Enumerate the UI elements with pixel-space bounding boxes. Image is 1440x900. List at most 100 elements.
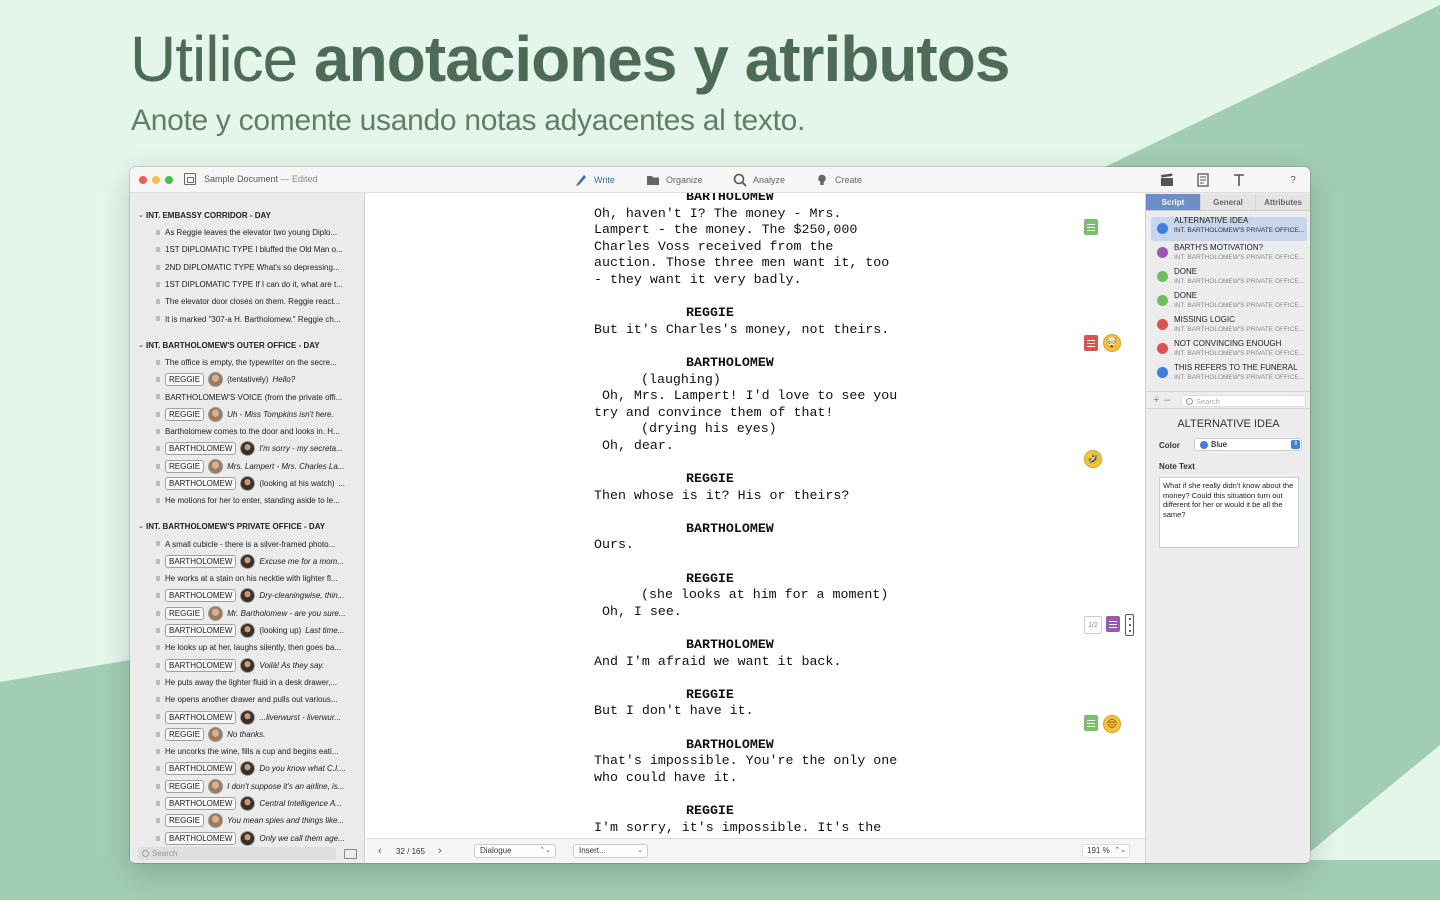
outline-item[interactable]: 2ND DIPLOMATIC TYPE What's so depressing… xyxy=(130,259,365,276)
dialogue[interactable]: Oh, haven't I? The money - Mrs. Lampert … xyxy=(594,206,934,289)
script-block[interactable]: BARTHOLOMEW (laughing) Oh, Mrs. Lampert! … xyxy=(594,355,934,455)
script-pages-icon[interactable] xyxy=(1196,173,1210,187)
outline-item[interactable]: BARTHOLOMEW I'm sorry - my secreta... xyxy=(130,440,365,457)
script-block[interactable]: BARTHOLOMEW That's impossible. You're the… xyxy=(594,737,934,787)
outline-item[interactable]: As Reggie leaves the elevator two young … xyxy=(130,224,365,241)
dialogue[interactable]: But it's Charles's money, not theirs. xyxy=(594,322,934,339)
tab-attributes[interactable]: Attributes xyxy=(1256,194,1310,210)
outline-item[interactable]: REGGIE Uh - Miss Tompkins isn't here. xyxy=(130,406,365,423)
character-name[interactable]: REGGIE xyxy=(594,571,934,588)
scene-heading[interactable]: ⌄ INT. EMBASSY CORRIDOR - DAY xyxy=(130,207,365,224)
emoji-rofl-icon[interactable]: 🤣 xyxy=(1084,450,1102,468)
note-list-item[interactable]: BARTH'S MOTIVATION? INT. BARTHOLOMEW'S PR… xyxy=(1151,241,1307,265)
toolbar-organize-button[interactable]: Organize xyxy=(646,171,703,189)
outline-item[interactable]: The office is empty, the typewriter on t… xyxy=(130,354,365,371)
next-page-icon[interactable]: › xyxy=(438,845,442,857)
script-block[interactable]: BARTHOLOMEW Ours. xyxy=(594,521,934,554)
add-note-button[interactable]: + xyxy=(1153,394,1159,406)
outline-item[interactable]: A small cubicle - there is a silver-fram… xyxy=(130,535,365,552)
outline-item[interactable]: REGGIE Mr. Bartholomew - are you sure... xyxy=(130,605,365,622)
outline-item[interactable]: He looks up at her, laughs silently, the… xyxy=(130,639,365,656)
close-button[interactable] xyxy=(139,176,147,184)
character-name[interactable]: REGGIE xyxy=(594,803,934,820)
note-text-area[interactable]: What if she really didn't know about the… xyxy=(1159,477,1299,548)
script-block[interactable]: REGGIE But it's Charles's money, not thei… xyxy=(594,305,934,338)
scene-heading[interactable]: ⌄ INT. BARTHOLOMEW'S PRIVATE OFFICE - DAY xyxy=(130,518,365,535)
script-text[interactable]: BARTHOLOMEW Oh, haven't I? The money - Mr… xyxy=(594,193,934,838)
dialogue[interactable]: Oh, I see. xyxy=(594,604,934,621)
outline-item[interactable]: REGGIE (tentatively) Hello? xyxy=(130,371,365,388)
color-select[interactable]: Blue ⇕ xyxy=(1194,438,1302,451)
character-name[interactable]: REGGIE xyxy=(594,471,934,488)
note-marker-purple[interactable] xyxy=(1106,616,1120,632)
dialogue[interactable]: Then whose is it? His or theirs? xyxy=(594,488,934,505)
outline-item[interactable]: BARTHOLOMEW Do you know what C.I.... xyxy=(130,760,365,777)
outline-item[interactable]: He works at a stain on his necktie with … xyxy=(130,570,365,587)
clapperboard-icon[interactable] xyxy=(1160,173,1174,187)
text-format-icon[interactable] xyxy=(1232,173,1246,187)
element-type-select[interactable]: Dialogue ⌃⌄ xyxy=(474,844,556,858)
toolbar-create-button[interactable]: Create xyxy=(815,171,862,189)
tab-general[interactable]: General xyxy=(1201,194,1256,210)
character-name[interactable]: BARTHOLOMEW xyxy=(594,193,934,206)
note-marker-red[interactable] xyxy=(1084,335,1098,351)
note-list-item[interactable]: MISSING LOGIC INT. BARTHOLOMEW'S PRIVATE … xyxy=(1151,313,1307,337)
previous-page-icon[interactable]: ‹ xyxy=(378,845,382,857)
parenthetical[interactable]: (laughing) xyxy=(594,372,934,389)
script-block[interactable]: REGGIE But I don't have it. xyxy=(594,687,934,720)
script-block[interactable]: REGGIE I'm sorry, it's impossible. It's t… xyxy=(594,803,934,836)
character-name[interactable]: BARTHOLOMEW xyxy=(594,521,934,538)
tab-script[interactable]: Script xyxy=(1146,194,1201,210)
outline-item[interactable]: He puts away the lighter fluid in a desk… xyxy=(130,674,365,691)
note-list-item[interactable]: ALTERNATIVE IDEA INT. BARTHOLOMEW'S PRIVA… xyxy=(1151,217,1307,241)
more-notes-button[interactable] xyxy=(1125,614,1134,636)
character-name[interactable]: BARTHOLOMEW xyxy=(594,637,934,654)
scene-heading[interactable]: ⌄ INT. BARTHOLOMEW'S OUTER OFFICE - DAY xyxy=(130,337,365,354)
character-name[interactable]: REGGIE xyxy=(594,305,934,322)
outline-item[interactable]: BARTHOLOMEW Central Intelligence A... xyxy=(130,795,365,812)
parenthetical[interactable]: (she looks at him for a moment) xyxy=(594,587,934,604)
outline-item[interactable]: REGGIE I don't suppose it's an airline, i… xyxy=(130,778,365,795)
chevron-down-icon[interactable]: ⌄ xyxy=(138,518,144,535)
note-pager[interactable]: 1/2 xyxy=(1084,616,1102,634)
note-list-item[interactable]: DONE INT. BARTHOLOMEW'S PRIVATE OFFICE... xyxy=(1151,265,1307,289)
character-name[interactable]: BARTHOLOMEW xyxy=(594,737,934,754)
character-name[interactable]: REGGIE xyxy=(594,687,934,704)
outline-item[interactable]: BARTHOLOMEW (looking up) Last time... xyxy=(130,622,365,639)
dialogue[interactable]: But I don't have it. xyxy=(594,703,934,720)
chevron-down-icon[interactable]: ⌄ xyxy=(138,207,144,224)
emoji-pensive-icon[interactable]: 😔 xyxy=(1103,715,1121,733)
zoom-select[interactable]: 191 % ⌃⌄ xyxy=(1082,844,1130,858)
zoom-button[interactable] xyxy=(165,176,173,184)
script-block[interactable]: REGGIE (she looks at him for a moment) Oh… xyxy=(594,571,934,621)
dialogue[interactable]: And I'm afraid we want it back. xyxy=(594,654,934,671)
emoji-exploding-head-icon[interactable]: 🤯 xyxy=(1103,334,1121,352)
toolbar-analyze-button[interactable]: Analyze xyxy=(733,171,785,189)
outline-item[interactable]: REGGIE You mean spies and things like... xyxy=(130,812,365,829)
outline-item[interactable]: It is marked "307-a H. Bartholomew." Reg… xyxy=(130,310,365,327)
note-list-item[interactable]: NOT CONVINCING ENOUGH INT. BARTHOLOMEW'S … xyxy=(1151,337,1307,361)
outline-item[interactable]: REGGIE Mrs. Lampert - Mrs. Charles La... xyxy=(130,458,365,475)
script-editor[interactable]: BARTHOLOMEW Oh, haven't I? The money - Mr… xyxy=(366,193,1145,838)
outline-item[interactable]: BARTHOLOMEW Voilà! As they say. xyxy=(130,657,365,674)
index-card-icon[interactable] xyxy=(344,849,357,859)
outline-item[interactable]: BARTHOLOMEW Excuse me for a mom... xyxy=(130,553,365,570)
note-list-item[interactable]: THIS REFERS TO THE FUNERAL INT. BARTHOLOM… xyxy=(1151,361,1307,385)
outline-item[interactable]: REGGIE No thanks. xyxy=(130,726,365,743)
outline-item[interactable]: BARTHOLOMEW (looking at his watch)... xyxy=(130,475,365,492)
script-block[interactable]: REGGIE Then whose is it? His or theirs? xyxy=(594,471,934,504)
script-block[interactable]: BARTHOLOMEW Oh, haven't I? The money - Mr… xyxy=(594,193,934,289)
help-button[interactable]: ? xyxy=(1286,173,1300,187)
script-block[interactable]: BARTHOLOMEW And I'm afraid we want it bac… xyxy=(594,637,934,670)
dialogue[interactable]: I'm sorry, it's impossible. It's the xyxy=(594,820,934,837)
outline-item[interactable]: BARTHOLOMEW ...liverwurst - liverwur... xyxy=(130,708,365,725)
outline-item[interactable]: He motions for her to enter, standing as… xyxy=(130,492,365,509)
outline-item[interactable]: Bartholomew comes to the door and looks … xyxy=(130,423,365,440)
parenthetical[interactable]: (drying his eyes) xyxy=(594,421,934,438)
dialogue[interactable]: That's impossible. You're the only one w… xyxy=(594,753,934,786)
outline-item[interactable]: BARTHOLOMEW Dry-cleaningwise, thin... xyxy=(130,587,365,604)
note-list-item[interactable]: DONE INT. BARTHOLOMEW'S PRIVATE OFFICE... xyxy=(1151,289,1307,313)
note-marker-green[interactable] xyxy=(1084,219,1098,235)
character-name[interactable]: BARTHOLOMEW xyxy=(594,355,934,372)
dialogue[interactable]: Ours. xyxy=(594,537,934,554)
